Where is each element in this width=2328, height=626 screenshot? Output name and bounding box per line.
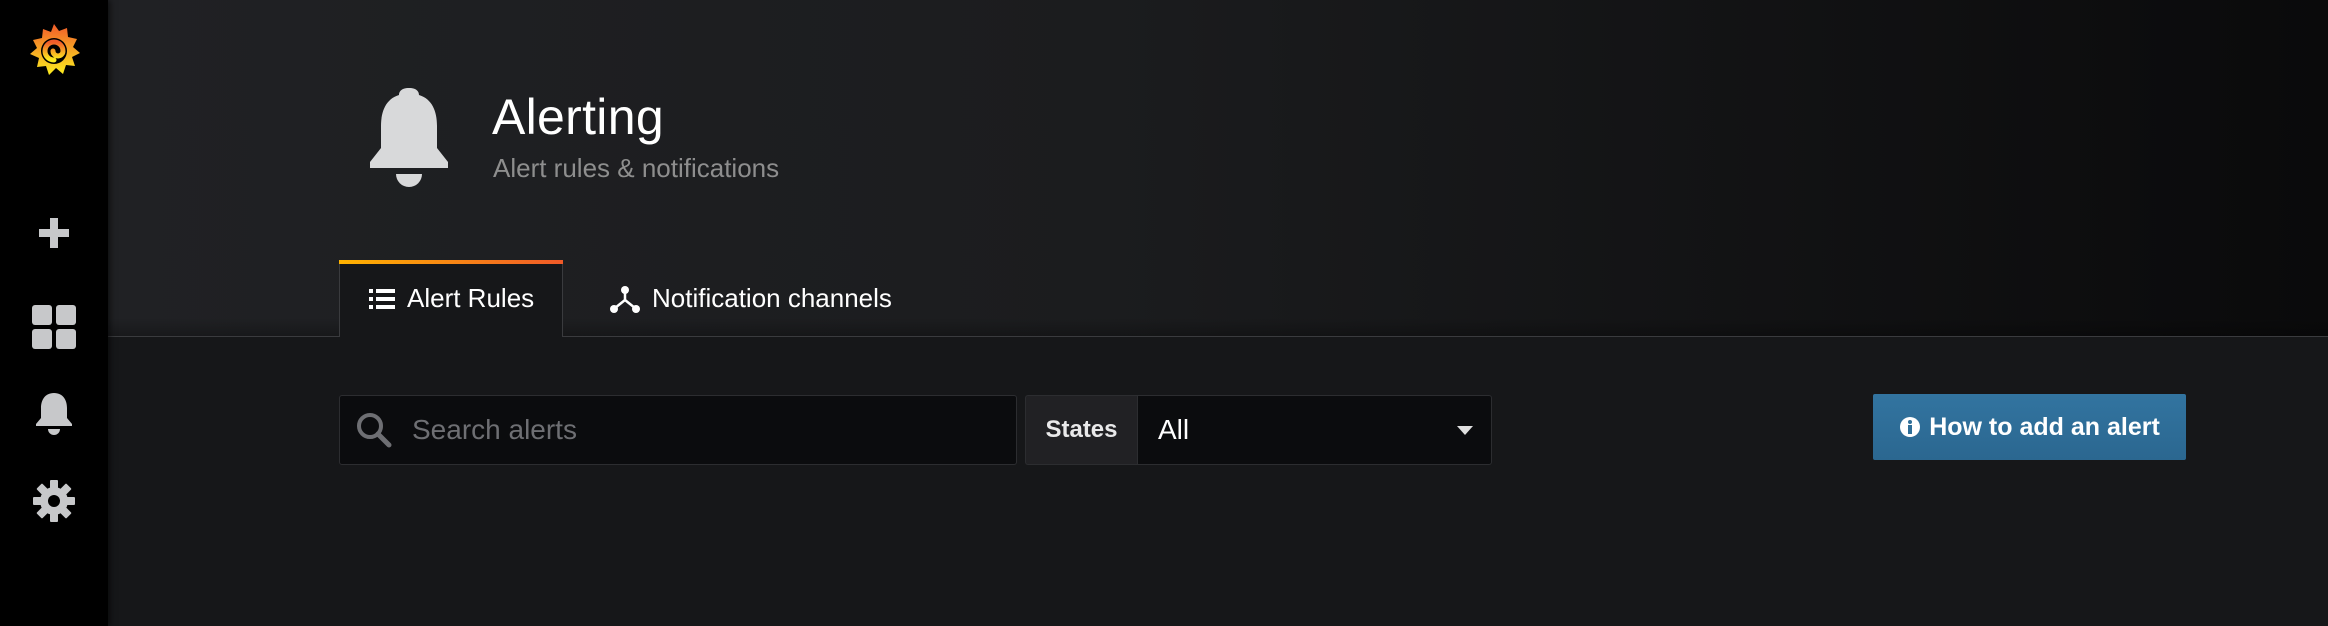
gear-icon[interactable] <box>0 466 108 536</box>
states-label: States <box>1025 395 1137 465</box>
search-input[interactable] <box>410 413 974 447</box>
states-selected-value: All <box>1158 414 1190 445</box>
share-nodes-icon <box>610 285 640 313</box>
help-button-label: How to add an alert <box>1929 412 2160 441</box>
page-subtitle: Alert rules & notifications <box>493 153 780 183</box>
grafana-logo-icon[interactable] <box>0 14 108 90</box>
plus-icon[interactable] <box>0 198 108 268</box>
page-title: Alerting <box>492 89 664 145</box>
how-to-add-alert-button[interactable]: How to add an alert <box>1873 394 2186 460</box>
search-box <box>339 395 1017 465</box>
dashboard-grid-icon[interactable] <box>0 292 108 362</box>
sidebar <box>0 0 108 626</box>
states-select[interactable]: All <box>1137 395 1492 465</box>
bell-icon[interactable] <box>0 378 108 448</box>
caret-down-icon <box>1457 425 1473 435</box>
header-bell-icon <box>366 86 452 195</box>
info-circle-icon <box>1899 416 1921 438</box>
tab-label: Notification channels <box>652 283 892 313</box>
tab-alert-rules[interactable]: Alert Rules <box>339 260 563 337</box>
tab-notification-channels[interactable]: Notification channels <box>608 260 928 337</box>
search-icon <box>356 412 392 448</box>
app-root: Alerting Alert rules & notifications Ale… <box>0 0 2328 626</box>
list-icon <box>369 288 395 310</box>
tab-label: Alert Rules <box>407 283 535 313</box>
